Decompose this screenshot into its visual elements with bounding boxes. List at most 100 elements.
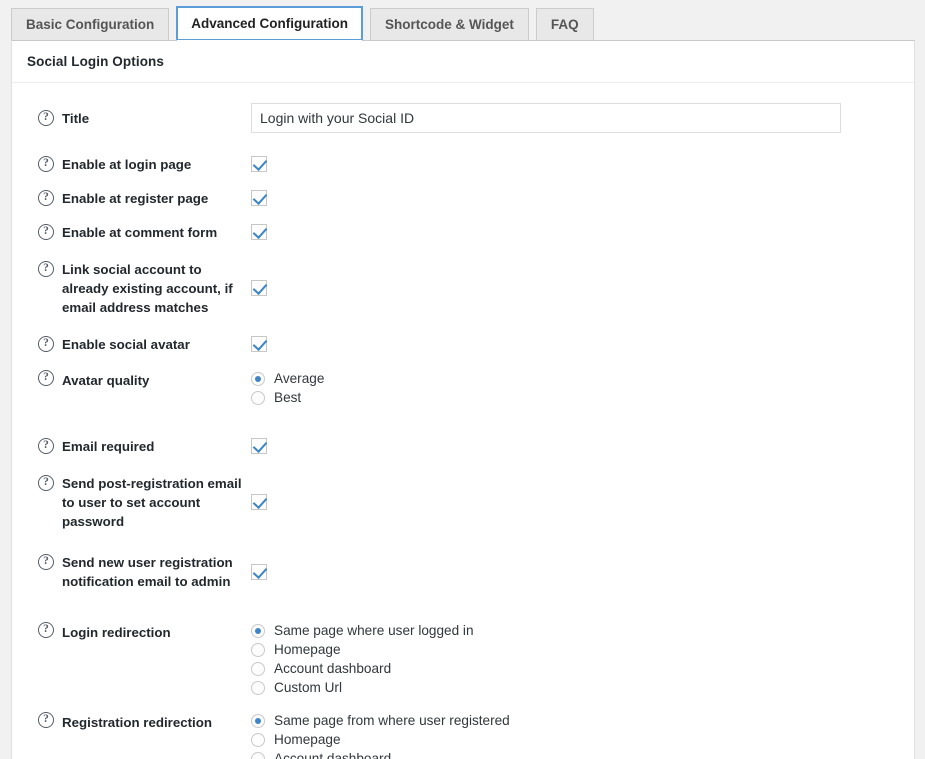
- radio-indicator[interactable]: [251, 642, 265, 657]
- login-redirection-radio-group: Same page where user logged in Homepage …: [251, 621, 914, 697]
- radio-option[interactable]: Homepage: [251, 730, 914, 749]
- radio-option[interactable]: Account dashboard: [251, 749, 914, 759]
- help-icon[interactable]: ?: [38, 223, 54, 240]
- radio-indicator[interactable]: [251, 371, 265, 386]
- field-row-enable-login-page: ? Enable at login page: [12, 147, 914, 181]
- label-text: Enable social avatar: [62, 336, 190, 352]
- radio-option[interactable]: Same page where user logged in: [251, 621, 914, 640]
- field-row-link-social-account: ? Link social account to already existin…: [12, 257, 914, 319]
- help-icon[interactable]: ?: [38, 260, 54, 277]
- panel-title: Social Login Options: [12, 41, 914, 83]
- field-row-send-new-user-notification: ? Send new user registration notificatio…: [12, 541, 914, 603]
- field-row-enable-comment-form: ? Enable at comment form: [12, 215, 914, 249]
- send-new-user-notification-checkbox[interactable]: [251, 564, 267, 580]
- field-row-email-required: ? Email required: [12, 429, 914, 463]
- field-row-title: ? Title: [12, 97, 914, 139]
- tab-bar: Basic Configuration Advanced Configurati…: [0, 0, 925, 41]
- tab-label: Advanced Configuration: [191, 15, 349, 31]
- help-icon[interactable]: ?: [38, 109, 54, 126]
- enable-login-page-checkbox[interactable]: [251, 156, 267, 172]
- radio-indicator[interactable]: [251, 713, 265, 728]
- title-input[interactable]: [251, 103, 841, 133]
- radio-indicator[interactable]: [251, 732, 265, 747]
- label-enable-login-page: ? Enable at login page: [38, 155, 251, 174]
- help-icon[interactable]: ?: [38, 370, 54, 386]
- label-text: Send post-registration email to user to …: [62, 475, 242, 529]
- radio-option[interactable]: Best: [251, 388, 914, 407]
- radio-label: Custom Url: [274, 680, 342, 695]
- registration-redirection-radio-group: Same page from where user registered Hom…: [251, 711, 914, 759]
- label-email-required: ? Email required: [38, 437, 251, 456]
- enable-register-page-checkbox[interactable]: [251, 190, 267, 206]
- label-text: Login redirection: [62, 625, 171, 640]
- radio-option[interactable]: Same page from where user registered: [251, 711, 914, 730]
- label-text: Enable at comment form: [62, 224, 218, 240]
- label-enable-social-avatar: ? Enable social avatar: [38, 335, 251, 354]
- help-icon[interactable]: ?: [38, 437, 54, 454]
- enable-comment-form-checkbox[interactable]: [251, 224, 267, 240]
- radio-indicator[interactable]: [251, 680, 265, 695]
- field-enable-login-page: [251, 156, 914, 172]
- radio-label: Same page from where user registered: [274, 713, 510, 728]
- help-icon[interactable]: ?: [38, 712, 54, 728]
- send-post-registration-email-checkbox[interactable]: [251, 494, 267, 510]
- label-send-new-user-notification: ? Send new user registration notificatio…: [38, 553, 251, 591]
- field-registration-redirection: Same page from where user registered Hom…: [251, 711, 914, 759]
- field-row-send-post-registration-email: ? Send post-registration email to user t…: [12, 471, 914, 533]
- label-login-redirection: ? Login redirection: [38, 621, 251, 642]
- radio-label: Account dashboard: [274, 751, 392, 759]
- field-enable-comment-form: [251, 224, 914, 240]
- field-avatar-quality: Average Best: [251, 369, 914, 407]
- panel-body: ? Title ? Enable at login page ? Enable …: [12, 83, 914, 759]
- tab-basic-configuration[interactable]: Basic Configuration: [11, 8, 170, 40]
- field-row-login-redirection: ? Login redirection Same page where user…: [12, 621, 914, 703]
- link-social-account-checkbox[interactable]: [251, 280, 267, 296]
- label-title: ? Title: [38, 109, 251, 128]
- help-icon[interactable]: ?: [38, 335, 54, 352]
- label-text: Avatar quality: [62, 373, 150, 388]
- field-title: [251, 103, 914, 133]
- field-row-avatar-quality: ? Avatar quality Average Best: [12, 369, 914, 415]
- avatar-quality-radio-group: Average Best: [251, 369, 914, 407]
- help-icon[interactable]: ?: [38, 474, 54, 491]
- label-send-post-registration-email: ? Send post-registration email to user t…: [38, 474, 251, 531]
- label-enable-comment-form: ? Enable at comment form: [38, 223, 251, 242]
- tab-shortcode-widget[interactable]: Shortcode & Widget: [370, 8, 529, 40]
- radio-label: Same page where user logged in: [274, 623, 474, 638]
- radio-option[interactable]: Average: [251, 369, 914, 388]
- radio-label: Best: [274, 390, 302, 405]
- label-text: Enable at login page: [62, 156, 192, 172]
- field-email-required: [251, 438, 914, 454]
- tab-advanced-configuration[interactable]: Advanced Configuration: [176, 6, 364, 41]
- help-icon[interactable]: ?: [38, 622, 54, 638]
- field-enable-register-page: [251, 190, 914, 206]
- field-link-social-account: [251, 280, 914, 296]
- label-text: Link social account to already existing …: [62, 261, 233, 315]
- radio-label: Account dashboard: [274, 661, 392, 676]
- label-avatar-quality: ? Avatar quality: [38, 369, 251, 390]
- radio-label: Homepage: [274, 642, 341, 657]
- help-icon[interactable]: ?: [38, 554, 54, 570]
- radio-option[interactable]: Custom Url: [251, 678, 914, 697]
- help-icon[interactable]: ?: [38, 155, 54, 172]
- field-login-redirection: Same page where user logged in Homepage …: [251, 621, 914, 697]
- email-required-checkbox[interactable]: [251, 438, 267, 454]
- tab-label: Basic Configuration: [26, 16, 155, 32]
- radio-indicator[interactable]: [251, 623, 265, 638]
- radio-indicator[interactable]: [251, 390, 265, 405]
- radio-indicator[interactable]: [251, 661, 265, 676]
- radio-label: Homepage: [274, 732, 341, 747]
- enable-social-avatar-checkbox[interactable]: [251, 336, 267, 352]
- social-login-options-panel: Social Login Options ? Title ? Enable at…: [11, 40, 915, 759]
- help-icon[interactable]: ?: [38, 189, 54, 206]
- tab-faq[interactable]: FAQ: [535, 8, 594, 40]
- radio-option[interactable]: Homepage: [251, 640, 914, 659]
- radio-indicator[interactable]: [251, 751, 265, 759]
- label-text: Title: [62, 110, 90, 126]
- label-link-social-account: ? Link social account to already existin…: [38, 260, 251, 317]
- field-send-new-user-notification: [251, 564, 914, 580]
- tab-label: Shortcode & Widget: [385, 16, 514, 32]
- label-enable-register-page: ? Enable at register page: [38, 189, 251, 208]
- radio-option[interactable]: Account dashboard: [251, 659, 914, 678]
- field-enable-social-avatar: [251, 336, 914, 352]
